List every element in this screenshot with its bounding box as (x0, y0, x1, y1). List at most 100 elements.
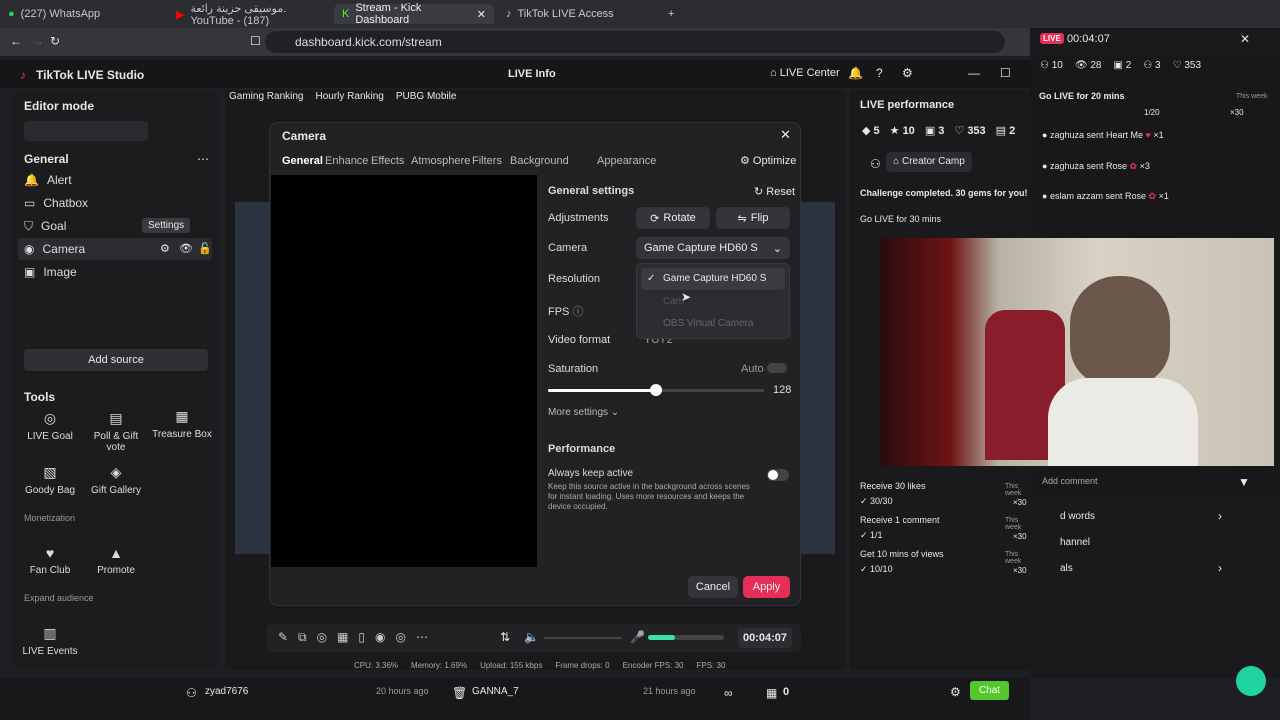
lock-icon[interactable]: 🔓 (198, 242, 212, 255)
creator-camp-button[interactable]: ⌂ Creator Camp (886, 152, 972, 172)
camera-dropdown-menu: ✓ Game Capture HD60 S Cam OBS Virtual Ca… (636, 263, 790, 339)
back-icon[interactable]: ← (10, 34, 22, 48)
tab-filters[interactable]: Filters (472, 155, 502, 167)
close-icon[interactable]: ✕ (1240, 32, 1250, 46)
maximize-icon[interactable]: ☐ (1000, 66, 1011, 80)
tool-label: LIVE Goal (27, 431, 73, 442)
mixer-icon[interactable]: ⇅ (500, 630, 510, 644)
source-camera[interactable]: ◉ Camera (24, 239, 85, 259)
volume-slider[interactable] (544, 637, 622, 639)
control-icons[interactable]: ✎⧉◎▦▯◉◎⋯ (278, 630, 438, 645)
microphone-icon[interactable]: 🎤 (630, 630, 645, 644)
tool-label: Treasure Box (152, 429, 212, 440)
tool-promote[interactable]: ▲ Promote (86, 545, 146, 576)
editor-mode-dropdown[interactable]: Editor mode (24, 99, 94, 113)
goal-icon: ◎ (43, 410, 57, 426)
activity-user[interactable]: zyad7676 (205, 686, 248, 697)
optimize-button[interactable]: ⚙ Optimize (740, 154, 796, 167)
stat-value: 10 (902, 125, 915, 137)
chat-button[interactable]: Chat (970, 681, 1009, 700)
rotate-button[interactable]: ⟳ Rotate (636, 207, 710, 229)
source-image[interactable]: ▣ Image (24, 262, 77, 282)
link-icon[interactable]: ∞ (724, 686, 733, 700)
speaker-icon[interactable]: 🔈 (524, 630, 539, 644)
more-settings-label: More settings (548, 407, 609, 418)
flip-button[interactable]: ⇋ Flip (716, 207, 790, 229)
source-label: Chatbox (43, 196, 89, 210)
source-chatbox[interactable]: ▭ Chatbox (24, 193, 88, 213)
general-section-title[interactable]: General (24, 152, 69, 166)
gaming-ranking-chip[interactable]: Gaming Ranking (229, 91, 303, 102)
live-center-button[interactable]: ⌂ LIVE Center (770, 67, 840, 79)
tab-appearance[interactable]: Appearance (597, 155, 656, 167)
avatar: ● (1042, 161, 1048, 171)
dropdown-option[interactable]: Game Capture HD60 S (663, 273, 766, 284)
mic-level[interactable] (648, 635, 724, 640)
more-settings-toggle[interactable]: More settings ⌄ (548, 407, 619, 418)
reset-button[interactable]: ↻ Reset (754, 185, 795, 198)
tool-live-events[interactable]: ▥ LIVE Events (20, 625, 80, 657)
cancel-button[interactable]: Cancel (688, 576, 738, 598)
comment-input[interactable]: Add comment (1036, 472, 1226, 490)
apply-button[interactable]: Apply (743, 576, 790, 598)
activity-user[interactable]: GANNA_7 (472, 686, 519, 697)
forward-icon[interactable]: → (32, 34, 44, 48)
tab-effects[interactable]: Effects (371, 155, 404, 167)
auto-toggle[interactable] (767, 363, 787, 373)
overlay-stat: ▣ 2 (1113, 60, 1132, 71)
tab-atmosphere[interactable]: Atmosphere (411, 155, 470, 167)
settings-icon[interactable]: ⚙ (160, 242, 170, 255)
tool-poll[interactable]: ▤ Poll & Gift vote (86, 410, 146, 453)
task-progress-value: 30/30 (870, 496, 893, 506)
camera-select[interactable]: Game Capture HD60 S ⌄ (636, 237, 790, 259)
filter-icon[interactable]: ▼ (1238, 475, 1250, 489)
reload-icon[interactable]: ↻ (50, 34, 60, 48)
close-icon[interactable]: ✕ (477, 8, 486, 21)
person-icon[interactable]: ⚇ (870, 157, 881, 171)
help-icon[interactable]: ? (876, 66, 883, 80)
chevron-right-icon[interactable]: › (1218, 509, 1222, 523)
tab-youtube[interactable]: ▶ موسيقى حزينة رائعة. YouTube - (187) (168, 2, 333, 27)
close-icon[interactable]: ✕ (780, 127, 791, 143)
tool-treasure-box[interactable]: ▦ Treasure Box (152, 408, 212, 440)
new-tab-button[interactable]: + (660, 4, 682, 24)
tab-kick[interactable]: K Stream - Kick Dashboard ✕ (334, 2, 494, 26)
eye-icon[interactable]: 👁 (179, 242, 193, 255)
camera-icon: ◉ (24, 242, 35, 256)
pubg-chip[interactable]: PUBG Mobile (396, 91, 457, 102)
tab-background[interactable]: Background (510, 155, 569, 167)
bookmark-icon[interactable]: ☐ (250, 34, 261, 48)
tab-label: موسيقى حزينة رائعة. YouTube - (187) (190, 2, 287, 27)
dropdown-option[interactable]: OBS Virtual Camera (663, 318, 753, 329)
overlay-link[interactable]: als (1060, 563, 1073, 574)
overlay-link[interactable]: hannel (1060, 537, 1090, 548)
source-alert[interactable]: 🔔 Alert (24, 170, 72, 190)
tab-general[interactable]: General (282, 155, 323, 167)
tool-goody-bag[interactable]: ▧ Goody Bag (20, 464, 80, 496)
tab-tiktok[interactable]: ♪ TikTok LIVE Access (498, 4, 658, 24)
tab-enhance[interactable]: Enhance (325, 155, 368, 167)
overlay-link[interactable]: d words (1060, 511, 1095, 522)
tool-live-goal[interactable]: ◎ LIVE Goal (20, 410, 80, 442)
gear-icon[interactable]: ⚙ (950, 685, 961, 699)
minimize-icon[interactable]: — (968, 66, 980, 80)
gift-row: ● zaghuza sent Rose ✿ ×3 (1042, 161, 1150, 172)
chevron-right-icon[interactable]: › (1218, 561, 1222, 575)
info-icon[interactable]: ⓘ (572, 306, 583, 318)
hourly-ranking-chip[interactable]: Hourly Ranking (315, 91, 383, 102)
url-field[interactable]: dashboard.kick.com/stream (265, 31, 1005, 53)
source-goal[interactable]: ⛉ Goal (24, 216, 66, 236)
always-active-toggle[interactable] (767, 469, 789, 481)
saturation-slider-handle[interactable] (650, 384, 663, 396)
layout-toggle[interactable] (24, 121, 148, 141)
add-source-button[interactable]: Add source (24, 349, 208, 371)
support-button[interactable] (1236, 666, 1266, 696)
tab-whatsapp[interactable]: ● (227) WhatsApp (0, 4, 165, 24)
bell-icon[interactable]: 🔔 (848, 66, 863, 80)
activity-time: 20 hours ago (376, 686, 429, 696)
more-icon[interactable]: ⋯ (197, 152, 209, 166)
stat-gems: ◆ 5 (862, 125, 880, 137)
tool-gift-gallery[interactable]: ◈ Gift Gallery (86, 464, 146, 496)
gear-icon[interactable]: ⚙ (902, 66, 913, 80)
tool-fan-club[interactable]: ♥ Fan Club (20, 545, 80, 576)
